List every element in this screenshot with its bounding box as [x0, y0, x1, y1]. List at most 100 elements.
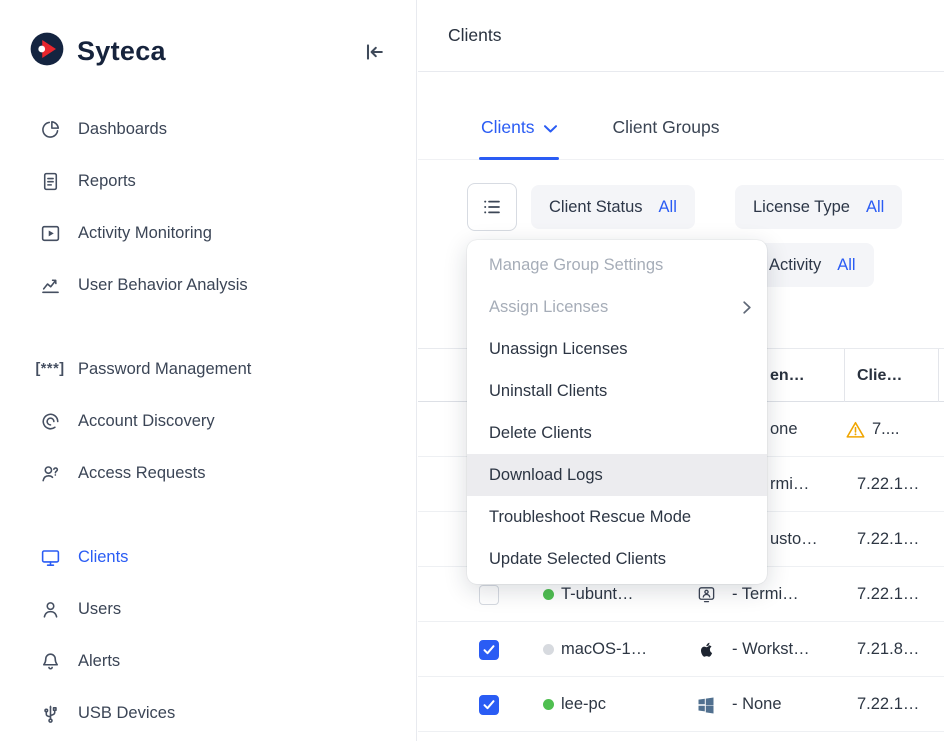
warning-icon — [846, 421, 865, 439]
sidebar-item-usb-devices[interactable]: USB Devices — [0, 687, 416, 739]
sidebar-item-label: Password Management — [78, 360, 251, 379]
client-name-cell: macOS-1… — [561, 622, 647, 677]
column-divider — [938, 349, 939, 402]
behavior-chart-icon — [38, 275, 62, 296]
syteca-logo-icon — [28, 30, 66, 73]
menu-item-unassign-licenses[interactable]: Unassign Licenses — [467, 328, 767, 370]
sidebar-item-label: Alerts — [78, 652, 120, 671]
sidebar-item-label: Users — [78, 600, 121, 619]
page-title: Clients — [448, 25, 502, 46]
client-version-cell: 7.22.1… — [857, 567, 919, 622]
column-header-license: en… — [770, 349, 805, 403]
row-select-cell — [479, 622, 499, 677]
status-cell — [543, 622, 554, 677]
tab-label: Clients — [481, 117, 535, 138]
activity-monitoring-play-icon — [38, 223, 62, 244]
chevron-right-icon — [743, 301, 751, 314]
main-content: Clients Clients Client Groups Client S — [418, 0, 944, 741]
client-version-cell: 7.22.1… — [857, 457, 919, 512]
os-cell — [697, 622, 714, 677]
sidebar-item-alerts[interactable]: Alerts — [0, 635, 416, 687]
client-version-cell: 7.22.1… — [857, 677, 919, 732]
password-asterisks-icon: [***] — [38, 361, 62, 377]
filter-label: License Type — [753, 198, 850, 217]
reports-document-icon — [38, 171, 62, 192]
row-checkbox[interactable] — [479, 695, 499, 715]
os-cell — [697, 677, 715, 732]
sidebar: Syteca Dashboards Reports — [0, 0, 417, 741]
row-checkbox[interactable] — [479, 640, 499, 660]
client-version-cell: 7.... — [846, 402, 900, 457]
license-type-cell: rmi… — [770, 457, 809, 512]
filter-value: All — [866, 198, 884, 217]
sidebar-collapse-button[interactable] — [362, 40, 386, 64]
tab-clients[interactable]: Clients — [481, 117, 557, 159]
brand-name: Syteca — [77, 36, 166, 67]
table-row[interactable]: lee-pc - None 7.22.1… — [418, 677, 944, 732]
online-status-dot — [543, 699, 554, 710]
sidebar-item-label: Activity Monitoring — [78, 224, 212, 243]
terminal-os-icon — [697, 585, 716, 604]
online-status-dot — [543, 589, 554, 600]
windows-os-icon — [697, 696, 715, 714]
menu-item-update-selected-clients[interactable]: Update Selected Clients — [467, 538, 767, 580]
page-header: Clients — [418, 0, 944, 72]
sidebar-item-password-management[interactable]: [***] Password Management — [0, 343, 416, 395]
sidebar-item-account-discovery[interactable]: Account Discovery — [0, 395, 416, 447]
user-question-icon — [38, 463, 62, 484]
apple-os-icon — [697, 640, 714, 660]
discovery-spiral-icon — [38, 411, 62, 432]
sidebar-item-label: Reports — [78, 172, 136, 191]
usb-icon — [38, 703, 62, 724]
tab-client-groups[interactable]: Client Groups — [613, 117, 720, 159]
menu-item-troubleshoot-rescue-mode[interactable]: Troubleshoot Rescue Mode — [467, 496, 767, 538]
filter-label: Activity — [769, 256, 821, 275]
column-divider — [844, 349, 845, 402]
list-icon — [481, 196, 503, 218]
license-type-cell: - Workst… — [732, 622, 810, 677]
sidebar-item-label: Access Requests — [78, 464, 205, 483]
clients-monitor-icon — [38, 547, 62, 568]
row-select-cell — [479, 677, 499, 732]
filter-value: All — [659, 198, 677, 217]
sidebar-item-dashboards[interactable]: Dashboards — [0, 103, 416, 155]
sidebar-item-reports[interactable]: Reports — [0, 155, 416, 207]
sidebar-item-label: User Behavior Analysis — [78, 276, 248, 295]
client-version-cell: 7.21.8… — [857, 622, 919, 677]
row-checkbox[interactable] — [479, 585, 499, 605]
license-type-cell: usto… — [770, 512, 818, 567]
status-cell — [543, 677, 554, 732]
sidebar-item-access-requests[interactable]: Access Requests — [0, 447, 416, 499]
sidebar-item-clients[interactable]: Clients — [0, 531, 416, 583]
brand-logo: Syteca — [28, 30, 166, 73]
menu-item-uninstall-clients[interactable]: Uninstall Clients — [467, 370, 767, 412]
sidebar-item-activity-monitoring[interactable]: Activity Monitoring — [0, 207, 416, 259]
menu-item-download-logs[interactable]: Download Logs — [467, 454, 767, 496]
user-icon — [38, 599, 62, 620]
offline-status-dot — [543, 644, 554, 655]
bulk-actions-button[interactable] — [467, 183, 517, 231]
sidebar-item-label: Clients — [78, 548, 128, 567]
sidebar-item-label: USB Devices — [78, 704, 175, 723]
sidebar-item-users[interactable]: Users — [0, 583, 416, 635]
filter-client-status[interactable]: Client Status All — [531, 185, 695, 229]
client-name-cell: lee-pc — [561, 677, 606, 732]
bell-icon — [38, 651, 62, 672]
dashboards-pie-icon — [38, 119, 62, 140]
filter-activity[interactable]: Activity All — [751, 243, 874, 287]
filter-license-type[interactable]: License Type All — [735, 185, 902, 229]
sidebar-group-divider — [0, 499, 416, 531]
sidebar-group-divider — [0, 311, 416, 343]
tab-bar: Clients Client Groups — [418, 72, 944, 160]
filter-value: All — [837, 256, 855, 275]
license-type-cell: - None — [732, 677, 782, 732]
table-row[interactable]: macOS-1… - Workst… 7.21.8… — [418, 622, 944, 677]
bulk-actions-menu: Manage Group Settings Assign Licenses Un… — [467, 240, 767, 584]
sidebar-nav: Dashboards Reports Activity Monitoring U… — [0, 103, 416, 739]
column-header-client-version: Clie… — [857, 349, 902, 403]
menu-item-delete-clients[interactable]: Delete Clients — [467, 412, 767, 454]
sidebar-item-label: Account Discovery — [78, 412, 215, 431]
sidebar-item-user-behavior-analysis[interactable]: User Behavior Analysis — [0, 259, 416, 311]
client-version-cell: 7.22.1… — [857, 512, 919, 567]
chevron-down-icon — [544, 122, 557, 133]
